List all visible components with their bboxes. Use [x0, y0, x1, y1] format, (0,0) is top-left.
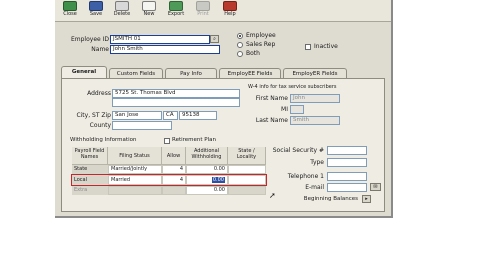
retirement-plan-label: Retirement Plan — [172, 137, 216, 143]
save-icon — [89, 1, 103, 11]
col-header-filing-status: Filing Status — [108, 147, 162, 165]
row-extra-filing-status — [108, 186, 162, 195]
magnifier-icon: ⌕ — [213, 36, 216, 42]
employee-id-field[interactable]: JSMITH 01 — [110, 35, 210, 44]
mi-field[interactable] — [290, 105, 304, 114]
col-header-payroll-field-names: Payroll Field Names — [72, 147, 108, 165]
delete-button[interactable]: Delete — [111, 1, 133, 20]
address-label: Address — [87, 90, 111, 97]
name-label: Name — [91, 46, 109, 53]
row-state-filing-status[interactable]: Married/Jointly — [108, 165, 162, 174]
row-extra-allow — [162, 186, 186, 195]
zip-field[interactable]: 95138 — [179, 111, 217, 120]
row-state-allow[interactable]: 4 — [162, 165, 186, 174]
new-button[interactable]: New — [138, 1, 160, 20]
save-button[interactable]: Save — [85, 1, 107, 20]
name-field[interactable]: John Smith — [110, 45, 220, 54]
mouse-cursor-icon: ➚ — [269, 191, 276, 200]
col-header-additional-withholding: Additional Withholding — [186, 147, 228, 165]
new-icon — [142, 1, 156, 11]
row-state-locality[interactable] — [228, 165, 266, 174]
col-header-state-locality: State / Locality — [228, 147, 266, 165]
w4-info-title: W-4 info for tax service subscribers — [248, 84, 337, 90]
sales-rep-radio[interactable] — [237, 42, 243, 48]
state-field[interactable]: CA — [163, 111, 178, 120]
first-name-label: First Name — [255, 95, 288, 102]
arrow-right-icon: ▸ — [365, 196, 368, 202]
send-email-button[interactable]: ✉ — [370, 183, 381, 191]
delete-icon — [115, 1, 129, 11]
both-radio-label: Both — [246, 50, 260, 57]
help-icon — [223, 1, 237, 11]
lookup-button[interactable]: ⌕ — [210, 35, 219, 43]
toolbar: Close Save Delete New Export Print Help — [55, 0, 391, 22]
beginning-balances-label: Beginning Balances — [303, 196, 358, 202]
sales-rep-radio-label: Sales Rep — [246, 41, 276, 48]
county-field[interactable] — [112, 121, 172, 130]
inactive-label: Inactive — [314, 43, 338, 50]
close-icon — [63, 1, 77, 11]
row-extra-name: Extra — [72, 186, 108, 195]
retirement-plan-checkbox[interactable] — [164, 138, 170, 144]
county-label: County — [89, 122, 111, 129]
help-button[interactable]: Help — [219, 1, 241, 20]
city-state-zip-label: City, ST Zip — [76, 112, 111, 119]
first-name-field[interactable]: John — [290, 94, 340, 103]
last-name-field[interactable]: Smith — [290, 116, 340, 125]
employee-radio[interactable] — [237, 33, 243, 39]
row-extra-locality — [228, 186, 266, 195]
selected-row-highlight — [71, 174, 267, 186]
envelope-icon: ✉ — [373, 184, 378, 190]
row-extra-additional[interactable]: 0.00 — [186, 186, 228, 195]
ssn-field[interactable] — [327, 146, 367, 155]
col-header-allow: Allow — [162, 147, 186, 165]
last-name-label: Last Name — [255, 117, 288, 124]
city-field[interactable]: San Jose — [112, 111, 162, 120]
maintain-employees-window: Close Save Delete New Export Print Help … — [55, 0, 393, 218]
inactive-checkbox[interactable] — [305, 44, 311, 50]
close-button[interactable]: Close — [59, 1, 81, 20]
row-state-name: State — [72, 165, 108, 174]
withholding-info-label: Withholding Information — [70, 137, 137, 143]
email-field[interactable] — [327, 183, 367, 192]
address-line2-field[interactable] — [112, 98, 240, 107]
row-state-additional[interactable]: 0.00 — [186, 165, 228, 174]
employee-radio-label: Employee — [246, 32, 276, 39]
employee-id-label: Employee ID — [70, 36, 109, 43]
beginning-balances-button[interactable]: ▸ — [362, 195, 371, 203]
mi-label: MI — [281, 106, 288, 113]
export-icon — [169, 1, 183, 11]
print-icon — [196, 1, 210, 11]
telephone-field[interactable] — [327, 172, 367, 181]
address-line1-field[interactable]: 5725 St. Thomas Blvd — [112, 89, 240, 98]
print-button[interactable]: Print — [192, 1, 214, 20]
type-field[interactable] — [327, 158, 367, 167]
export-button[interactable]: Export — [165, 1, 187, 20]
both-radio[interactable] — [237, 51, 243, 57]
